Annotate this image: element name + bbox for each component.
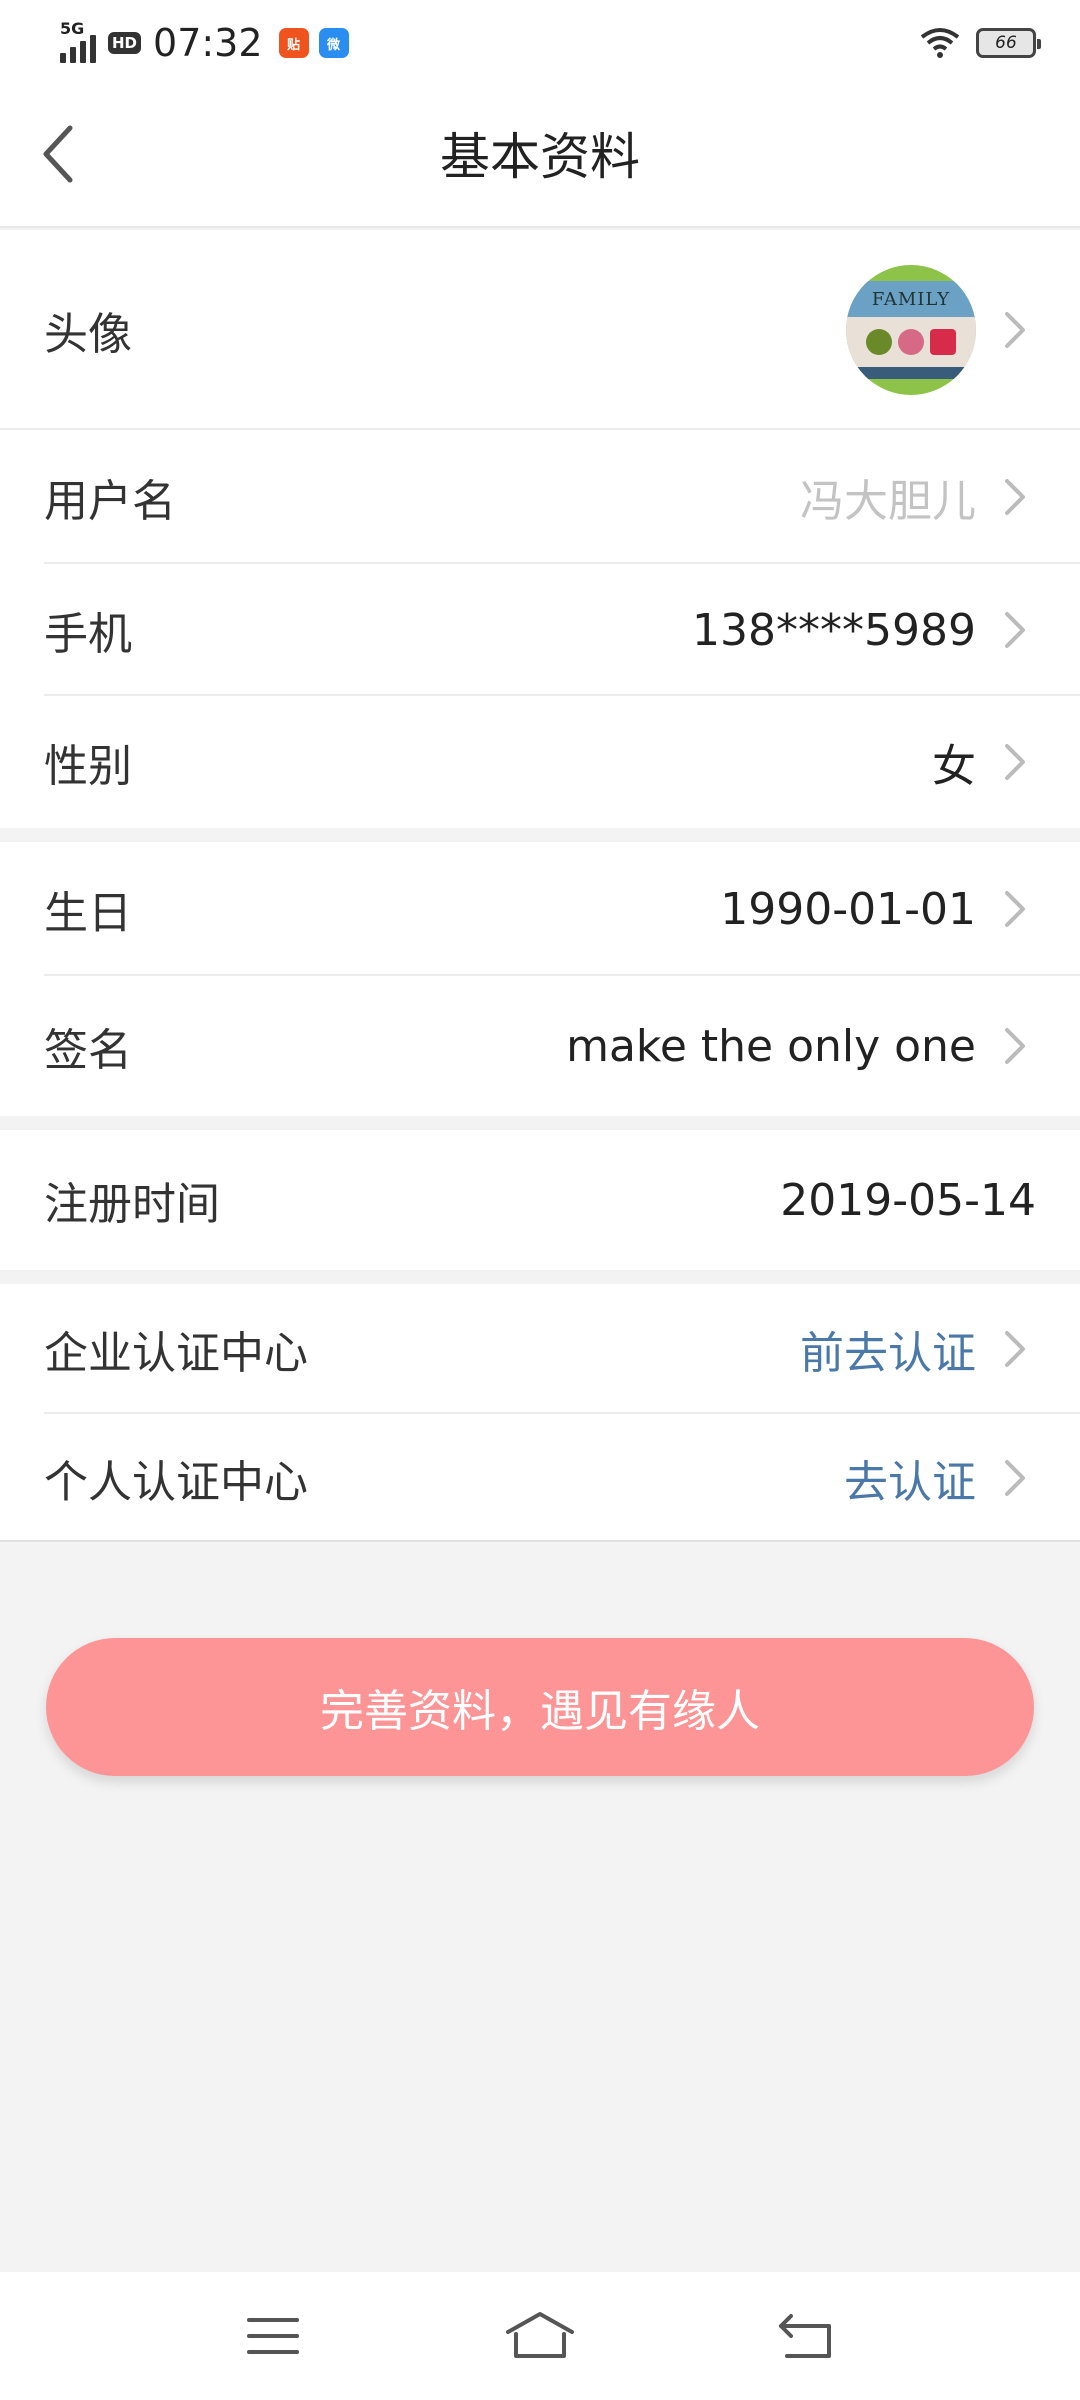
- home-icon: [505, 2312, 574, 2358]
- screen: 5G HD 07:32 贴 微 66 基本资料 头像 FAMILY 用户名 冯大…: [0, 0, 1080, 2400]
- chevron-right-icon: [1000, 605, 1030, 655]
- back-nav-button[interactable]: [752, 2296, 862, 2376]
- phone-value: 138****5989: [692, 604, 976, 656]
- avatar-row[interactable]: 头像 FAMILY: [0, 230, 1080, 430]
- wifi-icon: [920, 28, 960, 58]
- enterprise-cert-label: 企业认证中心: [44, 1328, 308, 1379]
- chevron-right-icon: [1000, 1324, 1030, 1374]
- signature-row[interactable]: 签名 make the only one: [0, 976, 1080, 1116]
- username-label: 用户名: [44, 476, 176, 527]
- registration-label: 注册时间: [44, 1179, 220, 1230]
- enterprise-cert-row[interactable]: 企业认证中心 前去认证: [0, 1284, 1080, 1414]
- chevron-right-icon: [1000, 1021, 1030, 1071]
- gender-value: 女: [932, 741, 976, 792]
- page-title: 基本资料: [440, 128, 640, 186]
- birthday-row[interactable]: 生日 1990-01-01: [0, 842, 1080, 976]
- notification-app-icon: 微: [318, 28, 349, 58]
- app-header: 基本资料: [0, 86, 1080, 228]
- registration-section: 注册时间 2019-05-14: [0, 1130, 1080, 1270]
- home-button[interactable]: [485, 2296, 595, 2376]
- menu-button[interactable]: [218, 2296, 328, 2376]
- chevron-right-icon: [1000, 1453, 1030, 1503]
- network-label: 5G: [60, 19, 85, 38]
- signal-icon: 5G: [60, 19, 96, 63]
- status-bar: 5G HD 07:32 贴 微 66: [0, 0, 1080, 86]
- signature-value: make the only one: [566, 1020, 976, 1072]
- phone-label: 手机: [44, 609, 132, 660]
- battery-icon: 66: [976, 28, 1041, 58]
- personal-cert-label: 个人认证中心: [44, 1457, 308, 1508]
- gender-label: 性别: [44, 741, 132, 792]
- clock: 07:32: [153, 21, 263, 65]
- details-section: 生日 1990-01-01 签名 make the only one: [0, 842, 1080, 1116]
- personal-cert-action[interactable]: 去认证: [844, 1446, 976, 1510]
- birthday-label: 生日: [44, 888, 132, 939]
- complete-profile-button[interactable]: 完善资料，遇见有缘人: [46, 1638, 1034, 1776]
- username-value: 冯大胆儿: [800, 476, 976, 527]
- chevron-right-icon: [1000, 737, 1030, 787]
- registration-value: 2019-05-14: [780, 1174, 1036, 1226]
- avatar-label: 头像: [44, 309, 132, 360]
- gender-row[interactable]: 性别 女: [0, 696, 1080, 828]
- username-row[interactable]: 用户名 冯大胆儿: [0, 430, 1080, 564]
- hd-badge: HD: [108, 32, 142, 54]
- registration-row: 注册时间 2019-05-14: [0, 1130, 1080, 1270]
- battery-level: 66: [995, 33, 1017, 53]
- avatar: FAMILY: [846, 265, 976, 395]
- birthday-value: 1990-01-01: [720, 883, 976, 935]
- chevron-right-icon: [1000, 305, 1030, 355]
- signature-label: 签名: [44, 1025, 132, 1076]
- menu-icon: [247, 2318, 300, 2354]
- phone-row[interactable]: 手机 138****5989: [0, 564, 1080, 696]
- certification-section: 企业认证中心 前去认证 个人认证中心 去认证: [0, 1284, 1080, 1542]
- chevron-right-icon: [1000, 472, 1030, 522]
- enterprise-cert-action[interactable]: 前去认证: [800, 1317, 976, 1381]
- back-nav-icon: [778, 2314, 831, 2358]
- notification-app-icon: 贴: [278, 28, 309, 58]
- chevron-right-icon: [1000, 884, 1030, 934]
- system-nav-bar: [0, 2272, 1080, 2400]
- personal-cert-row[interactable]: 个人认证中心 去认证: [0, 1414, 1080, 1542]
- avatar-family-text: FAMILY: [846, 281, 976, 317]
- profile-section: 头像 FAMILY 用户名 冯大胆儿 手机 138****5989 性别 女: [0, 230, 1080, 828]
